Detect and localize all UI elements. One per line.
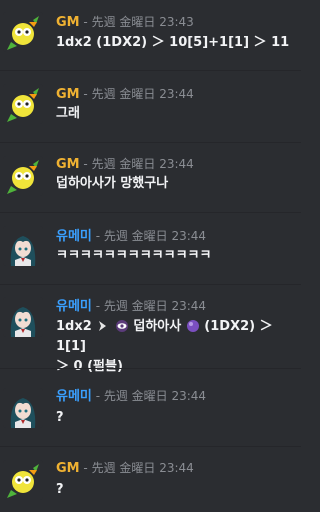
divider (0, 212, 301, 213)
author-name[interactable]: 유메미 (56, 389, 92, 404)
author-name[interactable]: GM (56, 15, 80, 30)
author-name[interactable]: GM (56, 461, 80, 476)
divider (0, 70, 301, 71)
message-header: GM - 先週 金曜日 23:44 (56, 460, 194, 477)
gm-avatar-icon (3, 84, 43, 124)
dice-outcome: ＞ 0 (펌블) (56, 359, 123, 374)
yumemi-avatar-icon (3, 226, 43, 266)
yumemi-avatar-icon (3, 297, 43, 337)
message-header: GM - 先週 金曜日 23:43 (56, 14, 194, 31)
yumemi-avatar[interactable] (3, 297, 43, 337)
gm-avatar-icon (3, 460, 43, 500)
message-item: GM - 先週 金曜日 23:44 덥하아사가 망했구나 (0, 142, 301, 210)
message-header: 유메미 - 先週 金曜日 23:44 (56, 298, 206, 315)
dice-character: 덥하아사 (133, 319, 182, 334)
timestamp: 先週 金曜日 23:44 (103, 299, 207, 313)
message-header: GM - 先週 金曜日 23:44 (56, 86, 194, 103)
message-item: GM - 先週 金曜日 23:43 1dx2 (1DX2) ＞ 10[5]+1[… (0, 0, 301, 64)
timestamp: 先週 金曜日 23:44 (91, 461, 194, 475)
message-item: GM - 先週 金曜日 23:44 ? (0, 448, 301, 512)
timestamp: 先週 金曜日 23:44 (91, 157, 194, 171)
gm-avatar[interactable] (3, 12, 43, 52)
message-header: GM - 先週 金曜日 23:44 (56, 156, 194, 173)
separator: - (91, 389, 104, 403)
message-text: 그래 (56, 106, 80, 121)
yumemi-avatar-icon (3, 388, 43, 428)
divider (0, 446, 301, 447)
separator: - (79, 461, 92, 475)
message-header: 유메미 - 先週 金曜日 23:44 (56, 388, 206, 405)
timestamp: 先週 金曜日 23:44 (91, 87, 194, 101)
gm-avatar-icon (3, 156, 43, 196)
yumemi-avatar[interactable] (3, 226, 43, 266)
message-item: 유메미 - 先週 金曜日 23:44 1dx2 덥하아사 (1DX2) ＞ 1[… (0, 285, 301, 374)
message-item: GM - 先週 金曜日 23:44 그래 (0, 72, 301, 136)
message-text: 1dx2 (1DX2) ＞ 10[5]+1[1] ＞ 11 (56, 35, 290, 50)
message-header: 유메미 - 先週 金曜日 23:44 (56, 228, 206, 245)
message-text: 덥하아사가 망했구나 (56, 176, 169, 191)
message-text: ? (56, 410, 64, 425)
separator: - (79, 87, 92, 101)
timestamp: 先週 金曜日 23:43 (91, 15, 194, 29)
message-item: 유메미 - 先週 金曜日 23:44 ㅋㅋㅋㅋㅋㅋㅋㅋㅋㅋㅋㅋㅋ (0, 214, 301, 284)
author-name[interactable]: GM (56, 157, 80, 172)
eye-icon (115, 320, 128, 332)
separator: - (91, 229, 104, 243)
gm-avatar[interactable] (3, 84, 43, 124)
message-text: ㅋㅋㅋㅋㅋㅋㅋㅋㅋㅋㅋㅋㅋ (56, 248, 212, 263)
separator: - (91, 299, 104, 313)
author-name[interactable]: GM (56, 87, 80, 102)
timestamp: 先週 金曜日 23:44 (103, 229, 207, 243)
message-item: 유메미 - 先週 金曜日 23:44 ? (0, 376, 301, 440)
gm-avatar[interactable] (3, 156, 43, 196)
purple-orb-icon (186, 320, 199, 332)
gm-avatar[interactable] (3, 460, 43, 500)
gm-avatar-icon (3, 12, 43, 52)
separator: - (79, 157, 92, 171)
author-name[interactable]: 유메미 (56, 299, 92, 314)
yumemi-avatar[interactable] (3, 388, 43, 428)
arrow-icon (99, 321, 107, 331)
separator: - (79, 15, 92, 29)
dice-text: 1dx2 (56, 319, 92, 334)
divider (0, 368, 301, 369)
timestamp: 先週 金曜日 23:44 (103, 389, 207, 403)
author-name[interactable]: 유메미 (56, 229, 92, 244)
message-text: ? (56, 482, 64, 497)
